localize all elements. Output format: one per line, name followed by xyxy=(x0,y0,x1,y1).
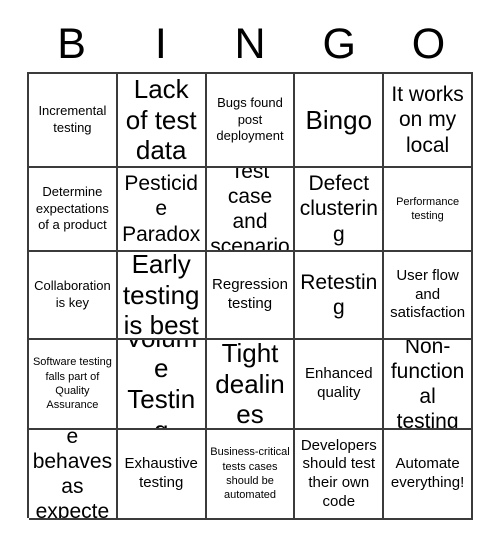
bingo-cell-r5c1[interactable]: Software behaves as expected xyxy=(29,430,118,520)
bingo-cell-r5c2[interactable]: Exhaustive testing xyxy=(117,430,207,520)
bingo-cell-r3c4[interactable]: Retesting xyxy=(295,252,385,340)
bingo-cell-label: Volume Testing xyxy=(125,340,197,430)
bingo-cell-label: Retesting xyxy=(300,270,378,319)
header-letter-o: O xyxy=(411,19,446,68)
bingo-cell-r1c4-free-space[interactable]: Bingo xyxy=(295,74,385,168)
bingo-cell-label: It works on my local xyxy=(391,83,464,157)
bingo-cell-r3c2[interactable]: Early testing is best xyxy=(117,252,207,340)
bingo-cell-label: Tight dealines xyxy=(215,340,285,430)
bingo-cell-label: Business-critical tests cases should be … xyxy=(210,446,290,502)
bingo-cell-r1c2[interactable]: Lack of test data xyxy=(117,74,207,168)
bingo-cell-label: Software testing falls part of Quality A… xyxy=(32,356,112,412)
bingo-cell-r4c1[interactable]: Software testing falls part of Quality A… xyxy=(29,340,118,430)
bingo-cell-r3c3[interactable]: Regression testing xyxy=(206,252,296,340)
bingo-cell-label: Pesticide Paradox xyxy=(122,172,201,246)
bingo-cell-r1c5[interactable]: It works on my local xyxy=(384,74,473,168)
bingo-grid: Incremental testing Lack of test data Bu… xyxy=(27,72,473,520)
bingo-cell-label: Incremental testing xyxy=(38,103,107,135)
bingo-cell-label: Performance testing xyxy=(396,195,460,222)
bingo-cell-label: Test case and scenario xyxy=(210,168,290,252)
bingo-cell-label: Defect clustering xyxy=(299,172,378,246)
bingo-cell-label: Bugs found post deployment xyxy=(216,95,284,144)
bingo-cell-r1c1[interactable]: Incremental testing xyxy=(29,74,118,168)
bingo-cell-r2c2[interactable]: Pesticide Paradox xyxy=(117,168,207,252)
bingo-cell-label: Automate everything! xyxy=(390,455,465,491)
header-letter-n: N xyxy=(234,19,266,68)
bingo-cell-label: Determine expectations of a product xyxy=(35,184,109,233)
header-letter-g: G xyxy=(322,19,356,68)
bingo-cell-label: User flow and satisfaction xyxy=(390,266,466,322)
bingo-cell-r4c2[interactable]: Volume Testing xyxy=(117,340,207,430)
bingo-cell-label: Non-functional testing xyxy=(390,340,465,430)
bingo-cell-label: Bingo xyxy=(305,104,373,135)
bingo-cell-r5c4[interactable]: Developers should test their own code xyxy=(295,430,385,520)
bingo-cell-r3c1[interactable]: Collaboration is key xyxy=(29,252,118,340)
bingo-header: B I N G O xyxy=(27,16,473,72)
bingo-cell-label: Early testing is best xyxy=(122,252,200,340)
bingo-cell-r1c3[interactable]: Bugs found post deployment xyxy=(206,74,296,168)
header-letter-i: I xyxy=(154,19,167,68)
bingo-cell-r4c3[interactable]: Tight dealines xyxy=(206,340,296,430)
bingo-cell-label: Exhaustive testing xyxy=(124,455,198,491)
bingo-cell-label: Collaboration is key xyxy=(34,278,111,310)
bingo-card: B I N G O Incremental testing Lack of te… xyxy=(0,0,500,544)
bingo-cell-r5c5[interactable]: Automate everything! xyxy=(384,430,473,520)
bingo-cell-r2c3[interactable]: Test case and scenario xyxy=(206,168,296,252)
bingo-cell-r2c5[interactable]: Performance testing xyxy=(384,168,473,252)
bingo-cell-r4c4[interactable]: Enhanced quality xyxy=(295,340,385,430)
bingo-cell-label: Developers should test their own code xyxy=(300,436,377,510)
bingo-cell-r3c5[interactable]: User flow and satisfaction xyxy=(384,252,473,340)
bingo-cell-r5c3[interactable]: Business-critical tests cases should be … xyxy=(206,430,296,520)
bingo-cell-r2c1[interactable]: Determine expectations of a product xyxy=(29,168,118,252)
bingo-cell-label: Enhanced quality xyxy=(305,365,373,401)
header-letter-b: B xyxy=(57,19,86,68)
bingo-cell-label: Regression testing xyxy=(212,276,288,312)
bingo-cell-r4c5[interactable]: Non-functional testing xyxy=(384,340,473,430)
bingo-cell-label: Lack of test data xyxy=(125,74,197,166)
bingo-cell-r2c4[interactable]: Defect clustering xyxy=(295,168,385,252)
bingo-cell-label: Software behaves as expected xyxy=(32,430,113,520)
